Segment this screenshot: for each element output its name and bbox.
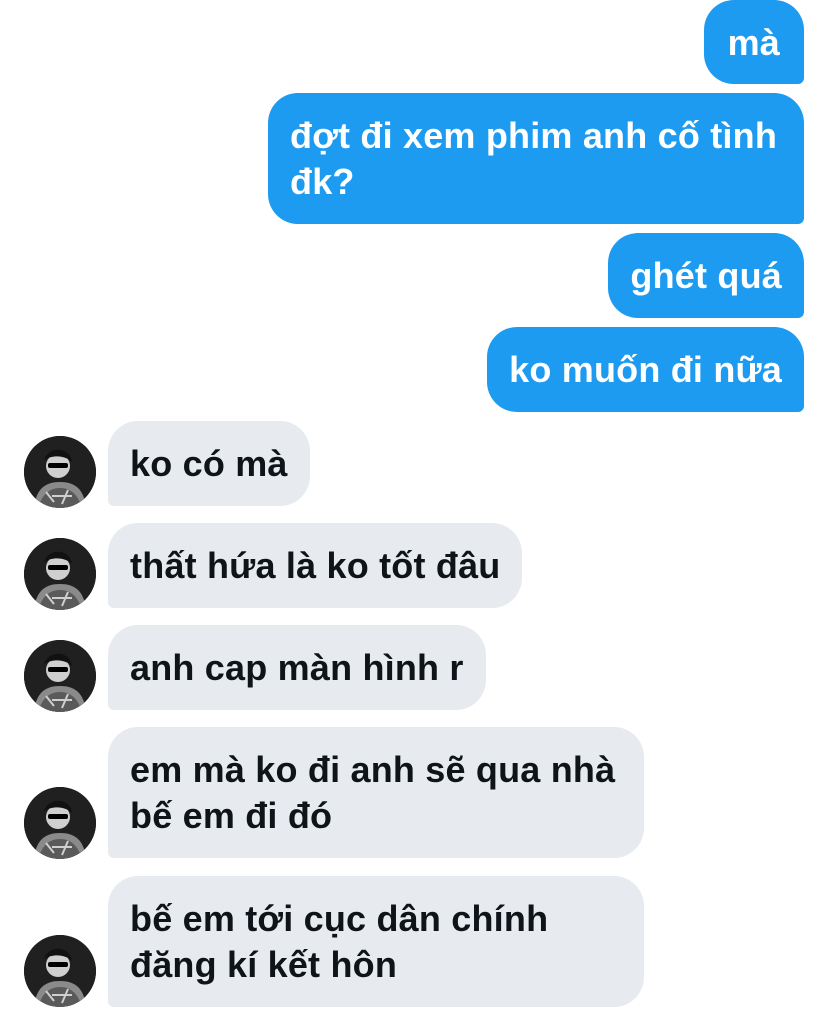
user-avatar-icon[interactable] <box>24 787 96 859</box>
user-avatar-icon[interactable] <box>24 640 96 712</box>
sent-message-bubble[interactable]: đợt đi xem phim anh cố tình đk? <box>268 93 804 224</box>
user-avatar-icon[interactable] <box>24 538 96 610</box>
received-message-bubble[interactable]: thất hứa là ko tốt đâu <box>108 523 523 608</box>
received-message-bubble[interactable]: anh cap màn hình r <box>108 625 486 710</box>
user-avatar-icon[interactable] <box>24 935 96 1007</box>
received-message-bubble[interactable]: ko có mà <box>108 421 310 506</box>
received-message-bubble[interactable]: bế em tới cục dân chính đăng kí kết hôn <box>108 876 644 1007</box>
received-message-bubble[interactable]: em mà ko đi anh sẽ qua nhà bế em đi đó <box>108 727 644 858</box>
user-avatar-icon[interactable] <box>24 436 96 508</box>
sent-message-bubble[interactable]: ghét quá <box>608 233 804 318</box>
sent-message-bubble[interactable]: mà <box>703 0 804 84</box>
sent-message-bubble[interactable]: ko muốn đi nữa <box>487 327 804 412</box>
